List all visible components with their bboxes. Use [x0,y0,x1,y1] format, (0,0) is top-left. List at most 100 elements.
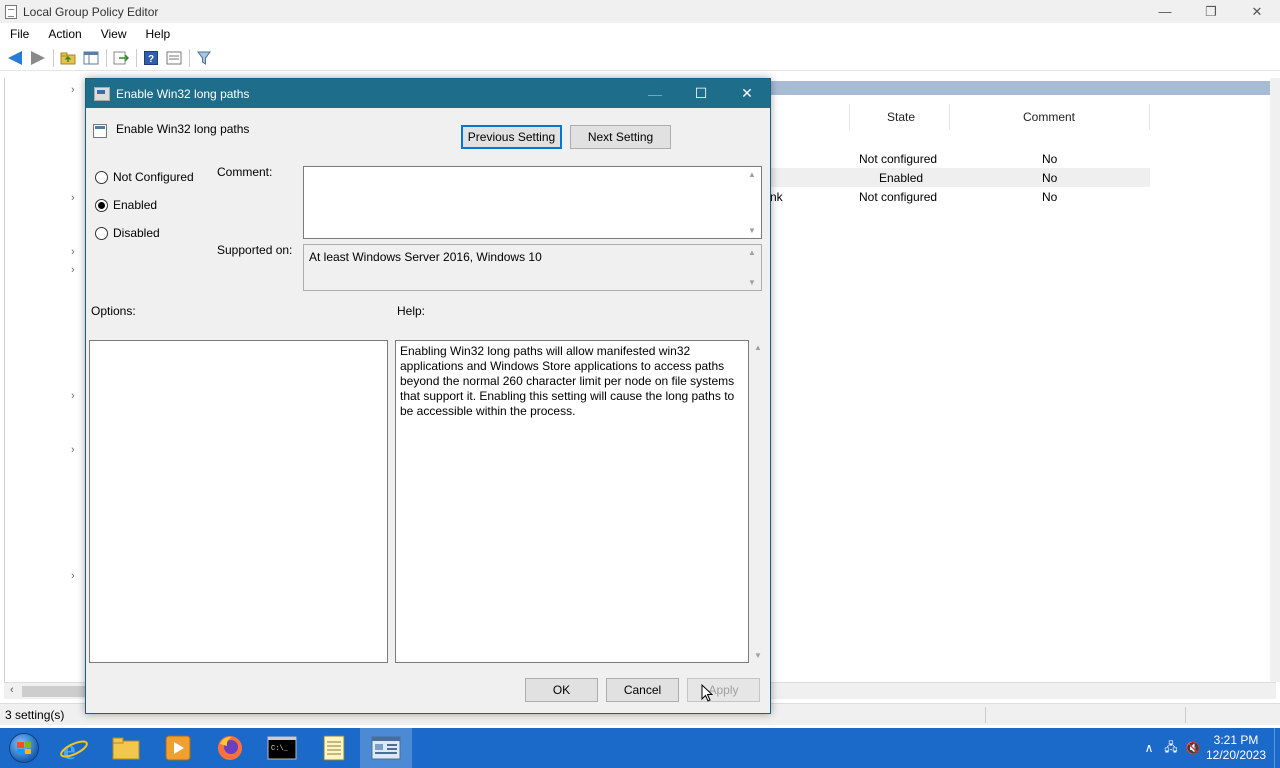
radio-label: Enabled [113,198,158,212]
tree-expand-chevron-icon[interactable]: › [71,444,75,456]
state-cell: Not configured [859,190,938,204]
taskbar-group-policy-editor[interactable] [360,728,412,768]
comment-textarea[interactable]: ▲ ▼ [303,166,762,239]
radio-circle[interactable] [95,198,108,212]
up-folder-button[interactable] [57,47,79,69]
command-prompt-icon: C:\_ [267,736,297,760]
taskbar-file-explorer[interactable] [100,728,152,768]
radio-disabled[interactable]: Disabled [95,226,160,240]
comment-cell: No [1042,152,1058,166]
radio-circle[interactable] [95,226,108,240]
table-row[interactable]: Not configured No [770,149,1150,168]
notepad-icon [323,735,345,761]
menu-action[interactable]: Action [38,27,90,41]
forward-button[interactable] [27,47,49,69]
cancel-button[interactable]: Cancel [606,678,679,702]
clock-time: 3:21 PM [1213,733,1259,747]
menu-file[interactable]: File [0,27,38,41]
volume-muted-icon[interactable]: 🔇 [1182,741,1204,755]
firefox-icon [218,736,242,760]
taskbar-command-prompt[interactable]: C:\_ [256,728,308,768]
clock[interactable]: 3:21 PM 12/20/2023 [1204,733,1268,763]
dialog-close-button[interactable]: ✕ [724,79,770,108]
dialog-title: Enable Win32 long paths [116,86,250,101]
svg-text:?: ? [148,54,154,65]
state-cell: Not configured [859,152,938,166]
ok-button[interactable]: OK [525,678,598,702]
tree-expand-chevron-icon[interactable]: › [71,192,75,204]
taskbar-media-player[interactable] [152,728,204,768]
back-arrow-icon [8,51,22,65]
menu-help[interactable]: Help [136,27,180,41]
filter-icon [197,51,211,65]
back-button[interactable] [4,47,26,69]
group-policy-editor-icon [371,736,401,760]
radio-circle[interactable] [95,170,108,184]
supported-scrollbar[interactable]: ▲ ▼ [744,245,761,290]
taskbar-notepad[interactable] [308,728,360,768]
taskbar: e C:\_ ∧ 🖧 🔇 3:21 PM 12/20/2023 [0,728,1280,768]
tree-expand-chevron-icon[interactable]: › [71,390,75,402]
policy-setting-icon [94,86,110,101]
dialog-titlebar[interactable]: Enable Win32 long paths — ☐ ✕ [86,79,770,108]
options-panel [89,340,388,663]
radio-not-configured[interactable]: Not Configured [95,170,194,184]
toolbar: ? [0,46,1280,71]
restore-button[interactable]: ❐ [1188,0,1234,23]
radio-enabled[interactable]: Enabled [95,198,157,212]
table-row[interactable]: Enabled No [770,168,1150,187]
column-header-comment[interactable]: Comment [1023,110,1075,124]
supported-on-label: Supported on: [217,243,293,257]
setting-name: Enable Win32 long paths [116,122,250,136]
tree-horizontal-scrollbar[interactable]: ‹ [4,682,86,699]
help-button[interactable]: ? [140,47,162,69]
taskbar-internet-explorer[interactable]: e [48,728,100,768]
network-icon[interactable]: 🖧 [1160,738,1182,759]
scrollbar-thumb[interactable] [22,686,86,697]
extended-view-header [770,81,1270,95]
start-button[interactable] [0,728,48,768]
tree-expand-chevron-icon[interactable]: › [71,264,75,276]
table-row[interactable]: nk Not configured No [770,187,1150,206]
column-header-state[interactable]: State [887,110,915,124]
radio-label: Not Configured [113,170,194,184]
next-setting-button[interactable]: Next Setting [570,125,671,149]
window-title: Local Group Policy Editor [23,4,159,19]
tree-expand-chevron-icon[interactable]: › [71,570,75,582]
minimize-button[interactable]: — [1142,0,1188,23]
show-desktop-button[interactable] [1274,728,1280,768]
list-vertical-scrollbar[interactable] [1270,78,1280,682]
main-titlebar: Local Group Policy Editor — ❐ ✕ [0,0,1280,23]
comment-label: Comment: [217,165,273,179]
scroll-down-icon[interactable]: ▼ [748,226,756,235]
list-column-headers: State Comment [770,106,1150,128]
help-scrollbar[interactable]: ▲ ▼ [750,340,767,663]
system-tray: ∧ 🖧 🔇 3:21 PM 12/20/2023 [1138,728,1280,768]
scroll-up-icon[interactable]: ▲ [754,343,762,352]
comment-cell: No [1042,171,1058,185]
scroll-left-icon[interactable]: ‹ [10,684,14,696]
scroll-up-icon[interactable]: ▲ [748,170,756,179]
console-tree-pane[interactable]: › › › › › › › [4,78,86,682]
dialog-maximize-button[interactable]: ☐ [678,79,724,108]
filter-button[interactable] [193,47,215,69]
tree-expand-chevron-icon[interactable]: › [71,246,75,258]
menu-view[interactable]: View [91,27,136,41]
scroll-down-icon[interactable]: ▼ [754,651,762,660]
radio-label: Disabled [113,226,160,240]
clock-date: 12/20/2023 [1205,748,1267,762]
comment-scrollbar[interactable]: ▲ ▼ [744,167,761,238]
apply-button[interactable]: Apply [687,678,760,702]
export-list-button[interactable] [110,47,132,69]
taskbar-firefox[interactable] [204,728,256,768]
close-button[interactable]: ✕ [1234,0,1280,23]
scroll-up-icon[interactable]: ▲ [748,248,756,257]
show-hidden-icons-icon[interactable]: ∧ [1138,741,1160,755]
properties-button[interactable] [163,47,185,69]
scroll-down-icon[interactable]: ▼ [748,278,756,287]
list-horizontal-scrollbar[interactable] [770,682,1276,699]
show-hide-tree-button[interactable] [80,47,102,69]
tree-expand-chevron-icon[interactable]: › [71,84,75,96]
help-text: Enabling Win32 long paths will allow man… [400,344,735,418]
previous-setting-button[interactable]: Previous Setting [461,125,562,149]
